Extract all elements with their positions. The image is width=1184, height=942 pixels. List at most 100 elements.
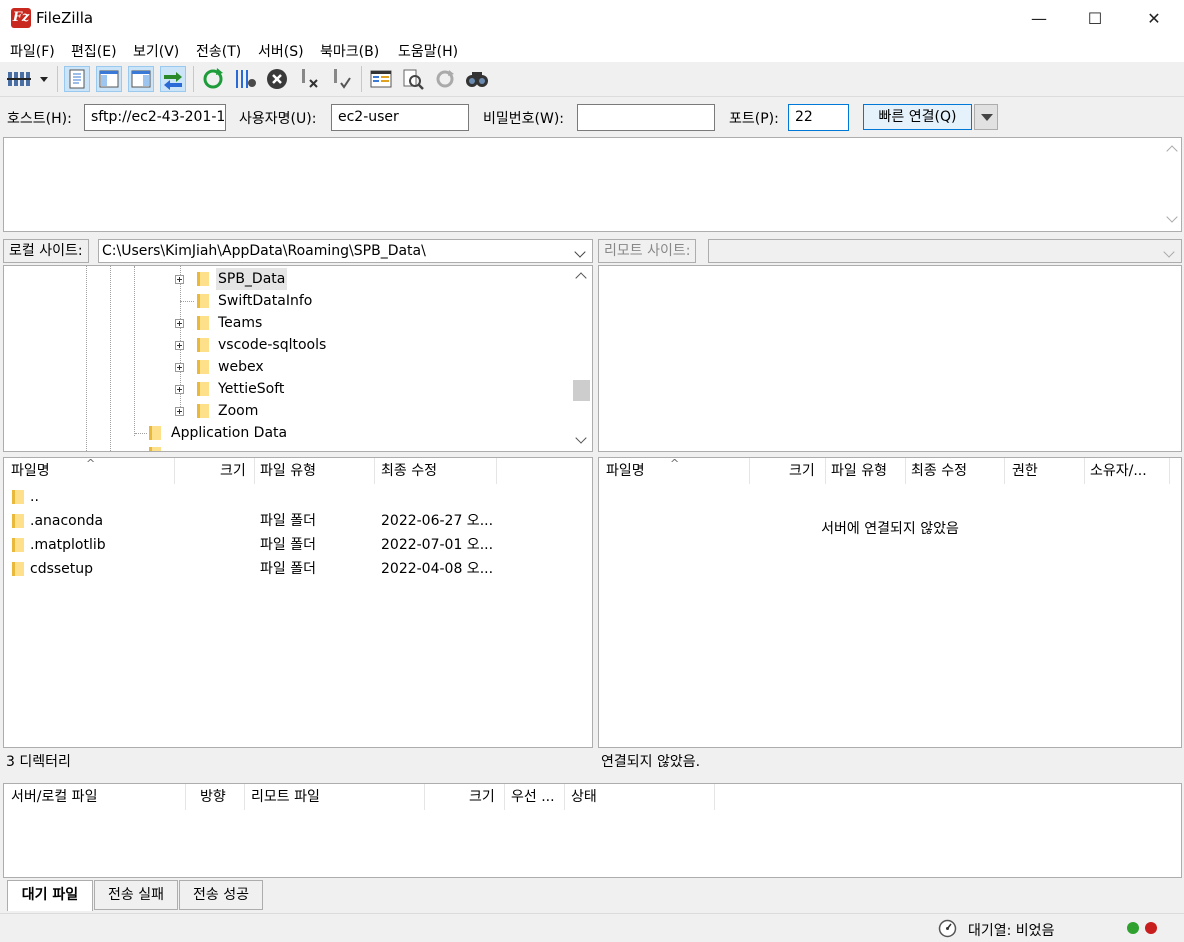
queue-status-text: 대기열: 비었음 [968,923,1055,939]
minimize-button[interactable]: — [1010,0,1068,37]
speed-limit-icon[interactable] [938,919,957,938]
column-header-filetype[interactable]: 파일 유형 [260,459,316,485]
local-path-text: C:\Users\KimJiah\AppData\Roaming\SPB_Dat… [102,243,426,259]
transfer-queue[interactable]: 서버/로컬 파일 방향 리모트 파일 크기 우선 ... 상태 [3,783,1182,878]
quickconnect-dropdown-button[interactable] [974,104,998,130]
remote-file-list[interactable]: 파일명 ^ 크기 파일 유형 최종 수정 권한 소유자/... 서버에 연결되지… [598,457,1182,748]
column-header-size[interactable]: 크기 [220,459,246,485]
sort-ascending-icon: ^ [670,457,680,470]
column-header-filename[interactable]: 파일명 [606,459,645,485]
tree-item-label: SPB_Data [216,268,288,290]
tab-failed-transfers[interactable]: 전송 실패 [94,880,178,910]
file-modified: 2022-07-01 오... [381,537,494,553]
folder-icon [149,426,161,440]
file-modified: 2022-06-27 오... [381,513,494,529]
site-manager-icon[interactable] [6,66,52,92]
local-path-combo[interactable]: C:\Users\KimJiah\AppData\Roaming\SPB_Dat… [98,239,593,263]
column-header-filename[interactable]: 파일명 [11,459,50,485]
expand-icon[interactable] [175,385,184,394]
menu-file[interactable]: 파일(F) [10,41,55,61]
folder-icon [197,316,209,330]
reconnect-icon[interactable] [328,66,354,92]
dir-comparison-icon[interactable] [400,66,426,92]
filezilla-logo-icon: Fz [11,8,31,28]
local-file-list[interactable]: 파일명 ^ 크기 파일 유형 최종 수정 .. .anaconda 파일 폴더 … [3,457,593,748]
quickconnect-button[interactable]: 빠른 연결(Q) [863,104,972,130]
menu-view[interactable]: 보기(V) [133,41,179,61]
column-header-filetype[interactable]: 파일 유형 [831,459,887,485]
search-icon[interactable] [464,66,490,92]
host-input[interactable]: sftp://ec2-43-201-14 [84,104,226,131]
toolbar [0,62,1184,96]
scroll-down-icon[interactable] [573,432,590,449]
refresh-icon[interactable] [200,66,226,92]
message-log[interactable] [3,137,1182,232]
directory-filter-icon[interactable] [368,66,394,92]
scroll-up-icon[interactable] [573,268,590,285]
column-header-direction[interactable]: 방향 [200,785,226,811]
receive-led-icon [1127,922,1139,934]
column-header-size[interactable]: 크기 [789,459,815,485]
file-row[interactable]: cdssetup 파일 폴더 2022-04-08 오... [4,557,592,581]
column-header-permissions[interactable]: 권한 [1012,459,1038,485]
scroll-up-icon[interactable] [1164,141,1181,158]
expand-icon[interactable] [175,407,184,416]
folder-icon [12,562,24,576]
menu-bookmarks[interactable]: 북마크(B) [320,41,379,61]
remote-path-combo[interactable] [708,239,1182,263]
send-led-icon [1145,922,1157,934]
local-tree-scrollbar[interactable] [571,266,592,451]
expand-icon[interactable] [175,341,184,350]
folder-icon [197,382,209,396]
column-header-size[interactable]: 크기 [469,785,495,811]
scroll-thumb[interactable] [573,380,590,401]
password-input[interactable] [577,104,715,131]
menu-edit[interactable]: 편집(E) [71,41,117,61]
tab-successful-transfers[interactable]: 전송 성공 [179,880,263,910]
column-header-priority[interactable]: 우선 ... [511,785,555,811]
toggle-transfer-queue-icon[interactable] [160,66,186,92]
port-input[interactable]: 22 [788,104,849,131]
local-file-list-header: 파일명 ^ 크기 파일 유형 최종 수정 [4,457,592,485]
column-header-owner[interactable]: 소유자/... [1090,459,1147,485]
chevron-down-icon[interactable] [572,240,590,262]
remote-site-label: 리모트 사이트: [598,239,697,263]
disconnect-icon[interactable] [296,66,322,92]
column-header-modified[interactable]: 최종 수정 [381,459,437,485]
file-row[interactable]: .anaconda 파일 폴더 2022-06-27 오... [4,509,592,533]
column-header-status[interactable]: 상태 [571,785,597,811]
tree-item-label: Zoom [218,403,259,419]
message-log-scrollbar[interactable] [1164,139,1181,230]
tab-queued-files[interactable]: 대기 파일 [7,880,93,911]
column-header-modified[interactable]: 최종 수정 [911,459,967,485]
remote-tree[interactable] [598,265,1182,452]
menu-bar: 파일(F) 편집(E) 보기(V) 전송(T) 서버(S) 북마크(B) 도움말… [0,37,1184,62]
sync-browsing-icon[interactable] [432,66,458,92]
toggle-remote-tree-icon[interactable] [128,66,154,92]
menu-transfer[interactable]: 전송(T) [196,41,241,61]
process-queue-icon[interactable] [232,66,258,92]
local-status: 3 디렉터리 [3,749,593,775]
expand-icon[interactable] [175,363,184,372]
scroll-down-icon[interactable] [1164,211,1181,228]
toggle-message-log-icon[interactable] [64,66,90,92]
close-button[interactable]: ✕ [1125,0,1183,37]
menu-help[interactable]: 도움말(H) [398,41,458,61]
folder-icon [197,360,209,374]
expand-icon[interactable] [175,319,184,328]
local-tree[interactable]: SPB_Data SwiftDataInfo Teams vscode-sqlt… [3,265,593,452]
local-site-label: 로컬 사이트: [3,239,89,263]
column-header-remote-file[interactable]: 리모트 파일 [251,785,320,811]
menu-server[interactable]: 서버(S) [258,41,304,61]
file-row[interactable]: .. [4,485,592,509]
file-row[interactable]: .matplotlib 파일 폴더 2022-07-01 오... [4,533,592,557]
cancel-icon[interactable] [264,66,290,92]
toggle-local-tree-icon[interactable] [96,66,122,92]
window-title: FileZilla [36,9,94,27]
column-header-server-local-file[interactable]: 서버/로컬 파일 [11,785,97,811]
maximize-button[interactable]: ☐ [1066,0,1124,37]
folder-icon [197,338,209,352]
chevron-down-icon[interactable] [1161,240,1179,262]
expand-icon[interactable] [175,275,184,284]
username-input[interactable]: ec2-user [331,104,469,131]
